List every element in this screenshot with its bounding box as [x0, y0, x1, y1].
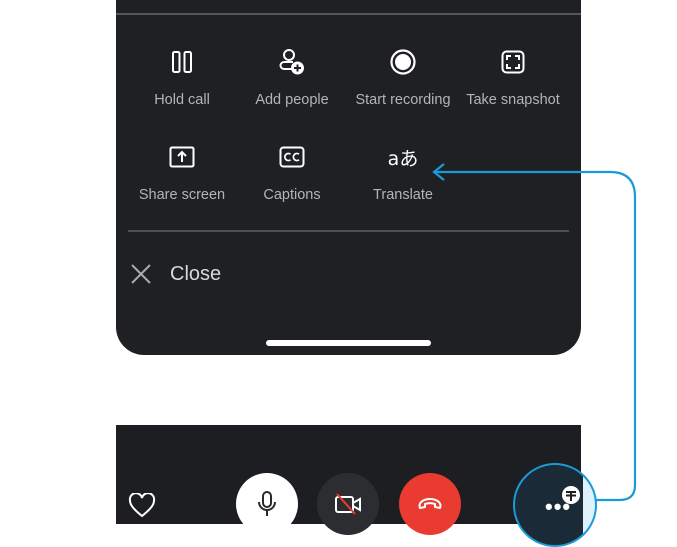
call-control-bar — [116, 425, 581, 535]
heart-icon[interactable] — [128, 492, 156, 519]
share-screen-icon — [168, 143, 196, 171]
close-label: Close — [170, 262, 222, 285]
toggle-camera-button[interactable] — [317, 473, 379, 535]
home-indicator — [266, 340, 431, 346]
add-person-icon — [278, 48, 306, 76]
camera-off-icon — [334, 493, 362, 515]
translate-glyph: aあ — [387, 147, 419, 170]
action-label: Take snapshot — [466, 92, 560, 108]
mute-microphone-button[interactable] — [236, 473, 298, 535]
captions-icon — [278, 143, 306, 171]
divider — [128, 230, 569, 232]
end-call-button[interactable] — [399, 473, 461, 535]
close-button[interactable]: Close — [130, 258, 221, 290]
action-label: Translate — [373, 187, 433, 203]
snapshot-icon — [499, 48, 527, 76]
translate-icon: aあ — [383, 143, 423, 171]
record-icon — [389, 48, 417, 76]
more-options-button[interactable]: ••• — [513, 463, 597, 547]
close-icon — [130, 263, 152, 285]
microphone-icon — [257, 491, 277, 517]
end-call-icon — [417, 497, 443, 511]
pause-icon — [168, 48, 196, 76]
more-options-sheet: Hold call Add people Start recording Tak… — [116, 0, 581, 355]
divider — [116, 13, 581, 15]
translate-badge-icon — [562, 486, 580, 504]
